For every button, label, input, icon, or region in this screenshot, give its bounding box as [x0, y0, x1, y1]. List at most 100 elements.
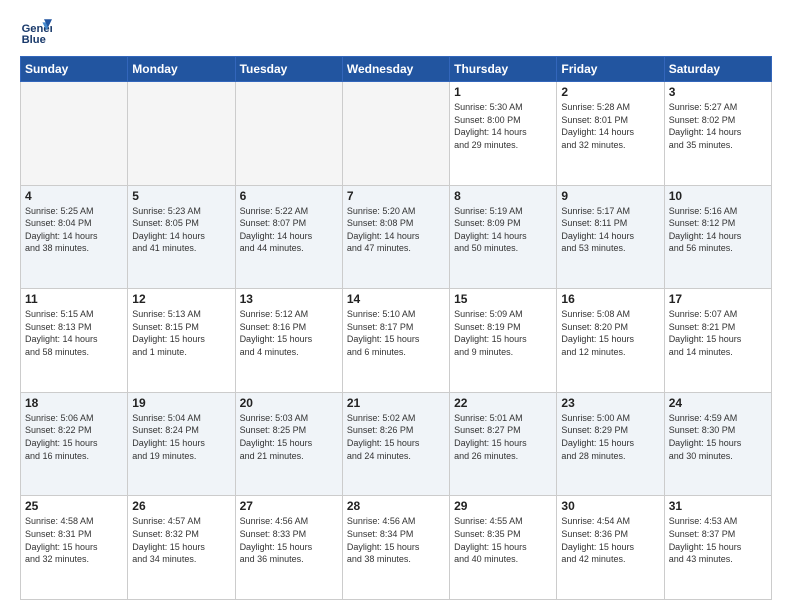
calendar-cell: 24 Sunrise: 4:59 AM Sunset: 8:30 PM Dayli…	[664, 392, 771, 496]
day-number: 27	[240, 499, 338, 513]
calendar-cell: 10 Sunrise: 5:16 AM Sunset: 8:12 PM Dayli…	[664, 185, 771, 289]
calendar-cell: 29Sunrise: 4:55 AM Sunset: 8:35 PM Dayli…	[450, 496, 557, 600]
day-info: Sunrise: 5:19 AM Sunset: 8:09 PM Dayligh…	[454, 205, 552, 255]
day-info: Sunrise: 4:53 AM Sunset: 8:37 PM Dayligh…	[669, 515, 767, 565]
calendar-cell	[128, 82, 235, 186]
day-info: Sunrise: 5:25 AM Sunset: 8:04 PM Dayligh…	[25, 205, 123, 255]
calendar-cell: 26 Sunrise: 4:57 AM Sunset: 8:32 PM Dayli…	[128, 496, 235, 600]
day-number: 12	[132, 292, 230, 306]
day-number: 31	[669, 499, 767, 513]
weekday-header: Monday	[128, 57, 235, 82]
day-info: Sunrise: 5:27 AM Sunset: 8:02 PM Dayligh…	[669, 101, 767, 151]
day-number: 4	[25, 189, 123, 203]
day-info: Sunrise: 4:54 AM Sunset: 8:36 PM Dayligh…	[561, 515, 659, 565]
day-number: 1	[454, 85, 552, 99]
day-info: Sunrise: 4:57 AM Sunset: 8:32 PM Dayligh…	[132, 515, 230, 565]
day-number: 5	[132, 189, 230, 203]
day-number: 26	[132, 499, 230, 513]
day-info: Sunrise: 5:00 AM Sunset: 8:29 PM Dayligh…	[561, 412, 659, 462]
day-info: Sunrise: 4:56 AM Sunset: 8:33 PM Dayligh…	[240, 515, 338, 565]
calendar-cell: 28 Sunrise: 4:56 AM Sunset: 8:34 PM Dayli…	[342, 496, 449, 600]
calendar-cell: 18 Sunrise: 5:06 AM Sunset: 8:22 PM Dayli…	[21, 392, 128, 496]
logo: General Blue	[20, 16, 56, 48]
calendar-cell: 22 Sunrise: 5:01 AM Sunset: 8:27 PM Dayli…	[450, 392, 557, 496]
weekday-header: Sunday	[21, 57, 128, 82]
day-number: 11	[25, 292, 123, 306]
day-number: 10	[669, 189, 767, 203]
day-number: 6	[240, 189, 338, 203]
day-info: Sunrise: 5:08 AM Sunset: 8:20 PM Dayligh…	[561, 308, 659, 358]
day-number: 7	[347, 189, 445, 203]
weekday-header: Saturday	[664, 57, 771, 82]
calendar-cell: 1 Sunrise: 5:30 AM Sunset: 8:00 PM Daylig…	[450, 82, 557, 186]
day-info: Sunrise: 5:01 AM Sunset: 8:27 PM Dayligh…	[454, 412, 552, 462]
calendar-cell: 16 Sunrise: 5:08 AM Sunset: 8:20 PM Dayli…	[557, 289, 664, 393]
weekday-header: Wednesday	[342, 57, 449, 82]
day-info: Sunrise: 4:58 AM Sunset: 8:31 PM Dayligh…	[25, 515, 123, 565]
calendar-cell: 15 Sunrise: 5:09 AM Sunset: 8:19 PM Dayli…	[450, 289, 557, 393]
day-number: 14	[347, 292, 445, 306]
day-info: Sunrise: 5:17 AM Sunset: 8:11 PM Dayligh…	[561, 205, 659, 255]
day-info: Sunrise: 5:03 AM Sunset: 8:25 PM Dayligh…	[240, 412, 338, 462]
weekday-header: Tuesday	[235, 57, 342, 82]
day-number: 15	[454, 292, 552, 306]
day-info: Sunrise: 5:09 AM Sunset: 8:19 PM Dayligh…	[454, 308, 552, 358]
calendar-cell: 2 Sunrise: 5:28 AM Sunset: 8:01 PM Daylig…	[557, 82, 664, 186]
calendar-cell: 11 Sunrise: 5:15 AM Sunset: 8:13 PM Dayli…	[21, 289, 128, 393]
day-info: Sunrise: 5:15 AM Sunset: 8:13 PM Dayligh…	[25, 308, 123, 358]
calendar-cell: 30 Sunrise: 4:54 AM Sunset: 8:36 PM Dayli…	[557, 496, 664, 600]
day-info: Sunrise: 5:04 AM Sunset: 8:24 PM Dayligh…	[132, 412, 230, 462]
day-number: 20	[240, 396, 338, 410]
calendar-cell: 27 Sunrise: 4:56 AM Sunset: 8:33 PM Dayli…	[235, 496, 342, 600]
day-info: Sunrise: 5:06 AM Sunset: 8:22 PM Dayligh…	[25, 412, 123, 462]
day-number: 16	[561, 292, 659, 306]
day-number: 19	[132, 396, 230, 410]
day-number: 24	[669, 396, 767, 410]
day-info: Sunrise: 4:56 AM Sunset: 8:34 PM Dayligh…	[347, 515, 445, 565]
day-number: 28	[347, 499, 445, 513]
day-number: 18	[25, 396, 123, 410]
day-info: Sunrise: 5:28 AM Sunset: 8:01 PM Dayligh…	[561, 101, 659, 151]
header: General Blue	[20, 16, 772, 48]
day-number: 23	[561, 396, 659, 410]
day-info: Sunrise: 5:02 AM Sunset: 8:26 PM Dayligh…	[347, 412, 445, 462]
calendar-cell: 19 Sunrise: 5:04 AM Sunset: 8:24 PM Dayli…	[128, 392, 235, 496]
day-info: Sunrise: 5:20 AM Sunset: 8:08 PM Dayligh…	[347, 205, 445, 255]
calendar-cell: 23 Sunrise: 5:00 AM Sunset: 8:29 PM Dayli…	[557, 392, 664, 496]
day-number: 8	[454, 189, 552, 203]
day-number: 2	[561, 85, 659, 99]
calendar-cell: 6 Sunrise: 5:22 AM Sunset: 8:07 PM Daylig…	[235, 185, 342, 289]
day-info: Sunrise: 5:12 AM Sunset: 8:16 PM Dayligh…	[240, 308, 338, 358]
calendar-cell: 9Sunrise: 5:17 AM Sunset: 8:11 PM Daylig…	[557, 185, 664, 289]
day-info: Sunrise: 5:16 AM Sunset: 8:12 PM Dayligh…	[669, 205, 767, 255]
calendar-cell: 31 Sunrise: 4:53 AM Sunset: 8:37 PM Dayli…	[664, 496, 771, 600]
weekday-header: Thursday	[450, 57, 557, 82]
calendar-cell: 13 Sunrise: 5:12 AM Sunset: 8:16 PM Dayli…	[235, 289, 342, 393]
day-number: 3	[669, 85, 767, 99]
calendar-cell: 5 Sunrise: 5:23 AM Sunset: 8:05 PM Daylig…	[128, 185, 235, 289]
calendar-cell: 12Sunrise: 5:13 AM Sunset: 8:15 PM Dayli…	[128, 289, 235, 393]
calendar-cell	[21, 82, 128, 186]
day-info: Sunrise: 4:59 AM Sunset: 8:30 PM Dayligh…	[669, 412, 767, 462]
calendar-cell: 17Sunrise: 5:07 AM Sunset: 8:21 PM Dayli…	[664, 289, 771, 393]
calendar-table: SundayMondayTuesdayWednesdayThursdayFrid…	[20, 56, 772, 600]
calendar-cell: 7 Sunrise: 5:20 AM Sunset: 8:08 PM Daylig…	[342, 185, 449, 289]
calendar-cell: 4 Sunrise: 5:25 AM Sunset: 8:04 PM Daylig…	[21, 185, 128, 289]
calendar-cell: 21Sunrise: 5:02 AM Sunset: 8:26 PM Dayli…	[342, 392, 449, 496]
svg-text:Blue: Blue	[22, 34, 46, 46]
day-number: 29	[454, 499, 552, 513]
day-info: Sunrise: 5:23 AM Sunset: 8:05 PM Dayligh…	[132, 205, 230, 255]
day-number: 22	[454, 396, 552, 410]
day-info: Sunrise: 5:22 AM Sunset: 8:07 PM Dayligh…	[240, 205, 338, 255]
day-info: Sunrise: 5:30 AM Sunset: 8:00 PM Dayligh…	[454, 101, 552, 151]
weekday-header: Friday	[557, 57, 664, 82]
calendar-cell: 14Sunrise: 5:10 AM Sunset: 8:17 PM Dayli…	[342, 289, 449, 393]
calendar-cell: 8 Sunrise: 5:19 AM Sunset: 8:09 PM Daylig…	[450, 185, 557, 289]
calendar-cell: 20 Sunrise: 5:03 AM Sunset: 8:25 PM Dayli…	[235, 392, 342, 496]
calendar-cell	[342, 82, 449, 186]
day-info: Sunrise: 5:07 AM Sunset: 8:21 PM Dayligh…	[669, 308, 767, 358]
logo-icon: General Blue	[20, 16, 52, 48]
day-number: 25	[25, 499, 123, 513]
day-number: 13	[240, 292, 338, 306]
day-number: 30	[561, 499, 659, 513]
